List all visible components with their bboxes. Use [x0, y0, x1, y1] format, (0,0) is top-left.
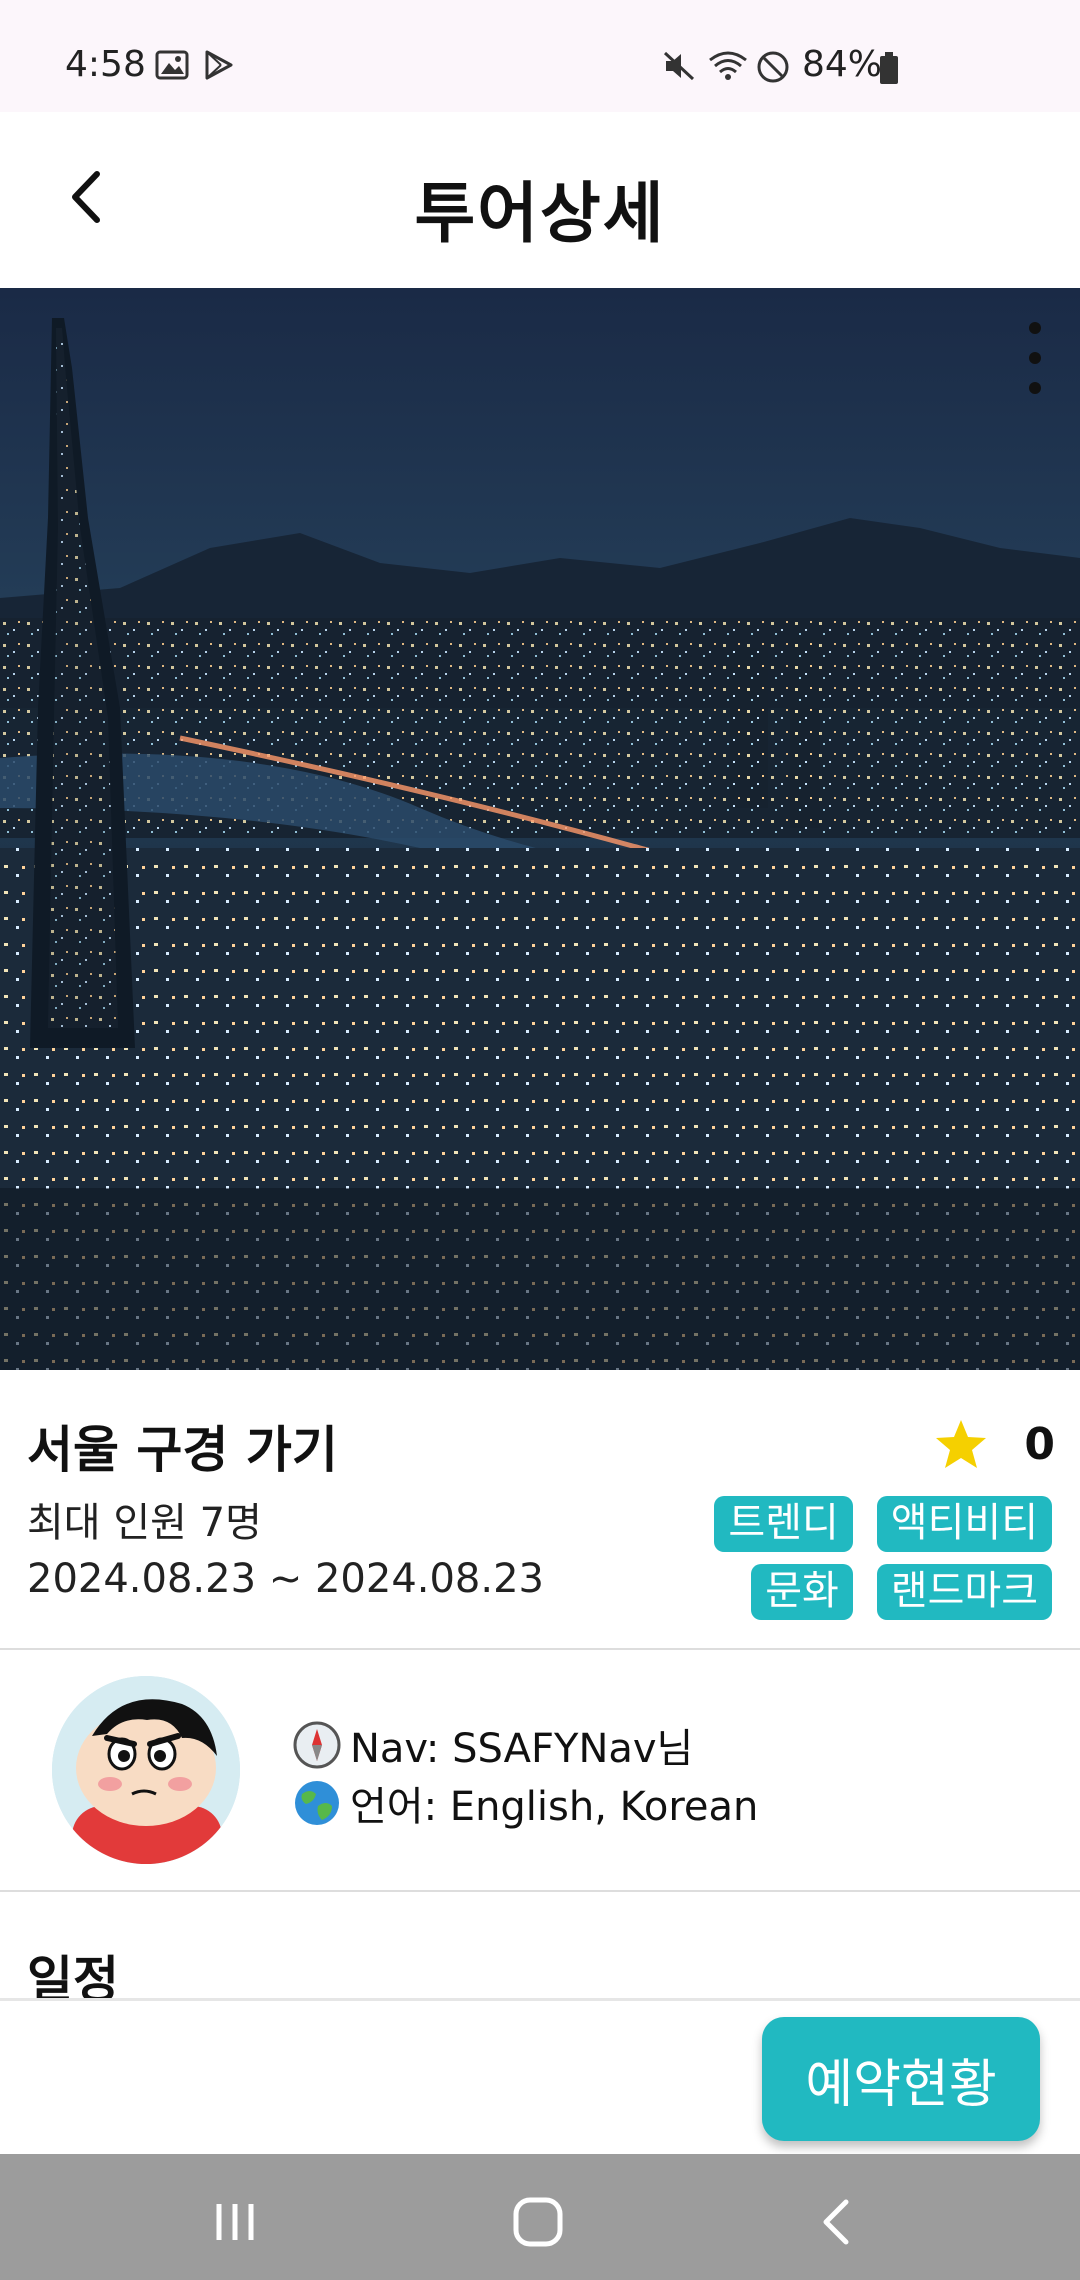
play-store-icon: [203, 50, 235, 84]
do-not-disturb-icon: [756, 50, 790, 88]
bottom-action-panel: 예약현황: [0, 1998, 1080, 2154]
app-header: 투어상세: [0, 112, 1080, 288]
battery-icon: [878, 52, 900, 88]
more-vertical-icon: [1029, 322, 1041, 394]
tag-culture: 문화: [751, 1564, 853, 1620]
tour-info-section: 서울 구경 가기 최대 인원 7명 2024.08.23 ~ 2024.08.2…: [0, 1370, 1080, 1650]
globe-icon: [295, 1781, 339, 1825]
gallery-icon: [155, 50, 189, 84]
recent-apps-button[interactable]: [205, 2194, 265, 2250]
tour-hero-image: [0, 288, 1080, 1370]
home-icon: [513, 2197, 563, 2247]
compass-icon: [293, 1721, 341, 1769]
tag-trendy: 트렌디: [714, 1496, 853, 1552]
wifi-icon: [706, 48, 750, 86]
guide-language-row: 언어: English, Korean: [292, 1774, 758, 1832]
system-back-button[interactable]: [808, 2194, 868, 2250]
guide-avatar[interactable]: [52, 1676, 240, 1864]
system-nav-bar: [0, 2154, 1080, 2280]
cartoon-avatar-image: [52, 1676, 240, 1864]
page-title: 투어상세: [414, 175, 666, 252]
tour-tags: 트렌디 액티비티 문화 랜드마크: [652, 1496, 1052, 1620]
city-night-illustration: [0, 288, 1080, 1370]
guide-nav-text: Nav: SSAFYNav님: [350, 1726, 694, 1772]
status-bar: 4:58 84%: [0, 0, 1080, 112]
battery-percent: 84%: [802, 44, 883, 85]
guide-nav-row: Nav: SSAFYNav님: [292, 1716, 758, 1774]
reservation-status-button[interactable]: 예약현황: [762, 2017, 1040, 2141]
rating-value: 0: [1024, 1418, 1055, 1470]
star-icon: [936, 1420, 987, 1468]
recent-apps-icon: [216, 2204, 254, 2240]
home-button[interactable]: [508, 2194, 568, 2250]
tour-dates: 2024.08.23 ~ 2024.08.23: [27, 1556, 544, 1602]
tag-activity: 액티비티: [876, 1496, 1052, 1552]
more-options-button[interactable]: [1020, 318, 1050, 398]
tour-rating: 0: [934, 1418, 1055, 1470]
status-time: 4:58: [65, 44, 146, 85]
back-icon: [823, 2199, 849, 2245]
guide-language-text: 언어: English, Korean: [350, 1784, 759, 1830]
mute-icon: [662, 50, 696, 86]
tour-max-people: 최대 인원 7명: [27, 1500, 262, 1546]
tag-landmark: 랜드마크: [876, 1564, 1052, 1620]
guide-section: Nav: SSAFYNav님 언어: English, Korean: [0, 1652, 1080, 1892]
tour-name: 서울 구경 가기: [27, 1421, 338, 1479]
